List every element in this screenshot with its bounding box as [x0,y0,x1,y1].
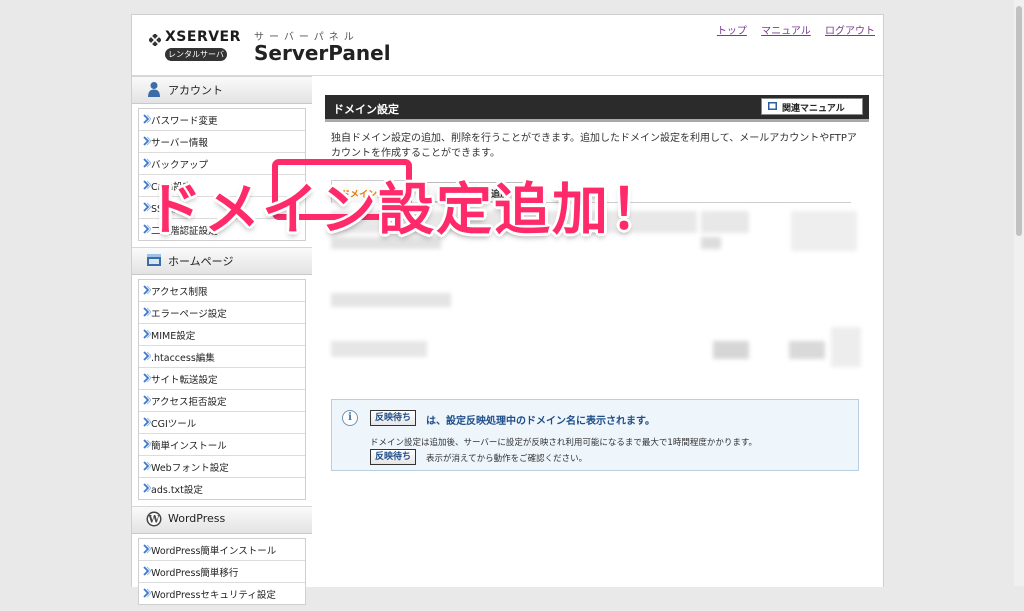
book-icon [768,102,777,110]
header: XSERVER レンタルサーバー サーバーパネル ServerPanel トップ… [132,15,883,76]
info-box: i 反映待ち は、設定反映処理中のドメイン名に表示されます。 ドメイン設定は追加… [331,399,859,471]
sidebar-item-password[interactable]: パスワード変更 [139,109,305,131]
scrollbar-thumb[interactable] [1016,6,1022,236]
sidebar-section-account: アカウント [132,76,312,104]
related-manual-button[interactable]: 関連マニュアル [761,98,863,115]
sidebar-item-access-deny[interactable]: アクセス拒否設定 [139,390,305,412]
page-title-bar: ドメイン設定 関連マニュアル [325,95,869,122]
annotation-text: ドメイン設定追加！ [146,178,668,243]
pending-badge: 反映待ち [370,449,417,465]
top-link[interactable]: トップ [717,26,747,37]
sidebar: アカウント パスワード変更 サーバー情報 バックアップ Cron設定 SSH設定… [132,76,312,611]
sidebar-item-error-page[interactable]: エラーページ設定 [139,302,305,324]
sidebar-item-wp-install[interactable]: WordPress簡単インストール [139,539,305,561]
sidebar-item-htaccess[interactable]: .htaccess編集 [139,346,305,368]
chevron-right-icon [143,373,151,383]
sidebar-section-homepage: ホームページ [132,247,312,275]
sidebar-section-title: アカウント [168,84,223,97]
info-icon: i [342,410,358,426]
sidebar-item-cgi-tools[interactable]: CGIツール [139,412,305,434]
info-main-text: は、設定反映処理中のドメイン名に表示されます。 [426,416,655,427]
chevron-right-icon [143,351,151,361]
info-detail-text: ドメイン設定は追加後、サーバーに設定が反映され利用可能になるまで最大で1時間程度… [370,438,757,448]
sidebar-section-title: ホームページ [168,255,234,268]
server-panel-frame: XSERVER レンタルサーバー サーバーパネル ServerPanel トップ… [131,14,884,605]
sidebar-item-wp-migrate[interactable]: WordPress簡単移行 [139,561,305,583]
sidebar-item-access-limit[interactable]: アクセス制限 [139,280,305,302]
brand-badge: レンタルサーバー [165,48,227,72]
top-links: トップ マニュアル ログアウト [706,22,875,37]
sidebar-section-wordpress: W WordPress [132,506,312,534]
chevron-right-icon [143,566,151,576]
svg-text:W: W [147,515,160,526]
sidebar-section-title: WordPress [168,512,226,525]
homepage-icon [147,254,161,266]
pending-badge: 反映待ち [370,410,417,426]
manual-link[interactable]: マニュアル [761,26,811,37]
chevron-right-icon [143,417,151,427]
sidebar-item-server-info[interactable]: サーバー情報 [139,131,305,153]
xserver-logo-icon [149,34,161,46]
chevron-right-icon [143,588,151,598]
chevron-right-icon [143,439,151,449]
chevron-right-icon [143,483,151,493]
chevron-right-icon [143,395,151,405]
page-description: 独自ドメイン設定の追加、削除を行うことができます。追加したドメイン設定を利用して… [331,133,857,159]
sidebar-item-wp-security[interactable]: WordPressセキュリティ設定 [139,583,305,604]
page-title: ドメイン設定 [333,103,399,116]
brand-name: XSERVER [165,29,241,45]
chevron-right-icon [143,544,151,554]
logout-link[interactable]: ログアウト [825,26,875,37]
chevron-right-icon [143,136,151,146]
wordpress-icon: W [146,511,162,527]
sidebar-item-ads-txt[interactable]: ads.txt設定 [139,478,305,499]
page-scrollbar[interactable] [1014,0,1024,586]
chevron-right-icon [143,285,151,295]
sidebar-item-site-redirect[interactable]: サイト転送設定 [139,368,305,390]
sidebar-item-mime[interactable]: MIME設定 [139,324,305,346]
main-content: ドメイン設定 関連マニュアル 独自ドメイン設定の追加、削除を行うことができます。… [325,95,869,471]
sidebar-item-web-font[interactable]: Webフォント設定 [139,456,305,478]
chevron-right-icon [143,461,151,471]
sidebar-list-homepage: アクセス制限 エラーページ設定 MIME設定 .htaccess編集 サイト転送… [138,279,306,500]
chevron-right-icon [143,329,151,339]
panel-title: ServerPanel [254,41,391,65]
chevron-right-icon [143,307,151,317]
sidebar-list-wordpress: WordPress簡単インストール WordPress簡単移行 WordPres… [138,538,306,605]
chevron-right-icon [143,114,151,124]
person-icon [148,82,160,97]
info-detail-text-2: 表示が消えてから動作をご確認ください。 [426,454,588,464]
sidebar-item-easy-install[interactable]: 簡単インストール [139,434,305,456]
